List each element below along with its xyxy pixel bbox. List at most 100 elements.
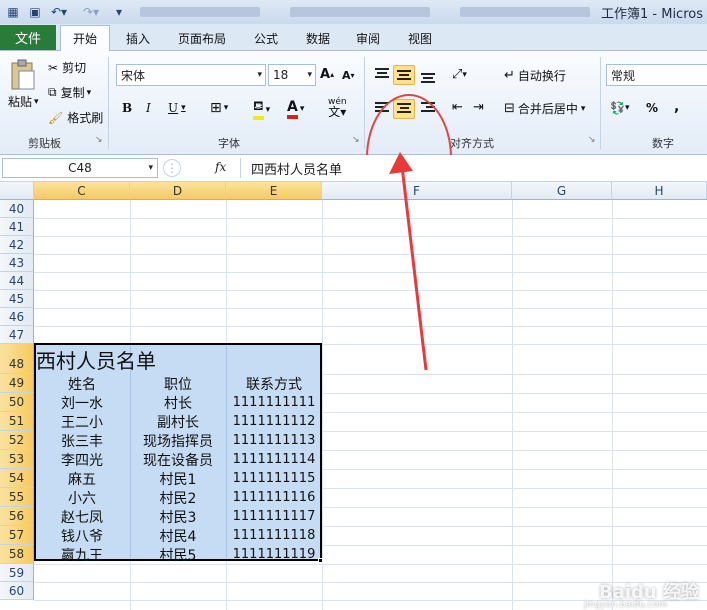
- table-cell[interactable]: 李四光: [34, 450, 130, 469]
- row-header[interactable]: 60: [0, 582, 34, 600]
- row-header[interactable]: 48: [0, 344, 34, 374]
- align-middle-icon[interactable]: [397, 70, 411, 82]
- table-cell[interactable]: 1111111111: [226, 393, 322, 412]
- cut-button[interactable]: ✂ 剪切: [48, 59, 86, 76]
- borders-button[interactable]: ⊞ ▾: [210, 100, 228, 116]
- table-cell[interactable]: 1111111116: [226, 488, 322, 507]
- table-cell[interactable]: 嬴九王: [34, 545, 130, 564]
- shrink-font-icon[interactable]: A ▾: [342, 69, 355, 82]
- header-cell-contact[interactable]: 联系方式: [226, 374, 322, 393]
- column-header-d[interactable]: D: [130, 182, 226, 200]
- table-title-cell[interactable]: 西村人员名单: [36, 345, 222, 373]
- row-header[interactable]: 58: [0, 545, 34, 564]
- row-header[interactable]: 59: [0, 564, 34, 582]
- table-cell[interactable]: 刘一水: [34, 393, 130, 412]
- table-cell[interactable]: 张三丰: [34, 431, 130, 450]
- spreadsheet-grid[interactable]: C D E F G H 40 41 42 43 44 45 46 47 48 4…: [0, 152, 707, 610]
- row-header[interactable]: 47: [0, 326, 34, 344]
- paste-icon[interactable]: [6, 57, 40, 93]
- tab-review[interactable]: 审阅: [346, 25, 390, 51]
- table-cell[interactable]: 村民4: [130, 526, 226, 545]
- table-cell[interactable]: 村民3: [130, 507, 226, 526]
- row-header[interactable]: 45: [0, 290, 34, 308]
- table-cell[interactable]: 1111111114: [226, 450, 322, 469]
- number-format-select[interactable]: 常规: [606, 64, 707, 86]
- customize-toolbar-icon[interactable]: ▾: [112, 3, 126, 21]
- select-all-corner[interactable]: [0, 182, 34, 200]
- italic-button[interactable]: I: [146, 101, 151, 115]
- table-cell[interactable]: 1111111117: [226, 507, 322, 526]
- row-header[interactable]: 57: [0, 526, 34, 545]
- bold-button[interactable]: B: [122, 101, 132, 115]
- tab-home[interactable]: 开始: [60, 25, 110, 51]
- table-cell[interactable]: 王二小: [34, 412, 130, 431]
- increase-indent-icon[interactable]: ⇥: [473, 100, 484, 115]
- table-cell[interactable]: 麻五: [34, 469, 130, 488]
- tab-view[interactable]: 视图: [398, 25, 442, 51]
- alignment-launcher-icon[interactable]: ↘: [588, 135, 596, 145]
- row-header[interactable]: 52: [0, 431, 34, 450]
- table-cell[interactable]: 钱八爷: [34, 526, 130, 545]
- tab-formulas[interactable]: 公式: [244, 25, 288, 51]
- decrease-indent-icon[interactable]: ⇤: [452, 100, 463, 115]
- font-color-button[interactable]: A ▾: [287, 99, 304, 119]
- excel-icon[interactable]: ▦: [4, 3, 22, 21]
- wrap-text-button[interactable]: ↵ 自动换行: [504, 67, 566, 84]
- fill-color-button[interactable]: ⛾ ▾: [253, 99, 270, 120]
- table-cell[interactable]: 1111111118: [226, 526, 322, 545]
- table-cell[interactable]: 1111111119: [226, 545, 322, 564]
- row-header[interactable]: 50: [0, 393, 34, 412]
- table-cell[interactable]: 村民1: [130, 469, 226, 488]
- column-header-h[interactable]: H: [612, 182, 707, 200]
- phonetic-guide-button[interactable]: wén 文▾: [328, 97, 347, 118]
- column-header-g[interactable]: G: [512, 182, 612, 200]
- table-cell[interactable]: 小六: [34, 488, 130, 507]
- table-cell[interactable]: 1111111115: [226, 469, 322, 488]
- formula-options-icon[interactable]: ⋮: [163, 159, 181, 177]
- table-cell[interactable]: 村民5: [130, 545, 226, 564]
- percent-button[interactable]: %: [646, 101, 658, 115]
- formula-input[interactable]: 四西村人员名单: [240, 158, 705, 178]
- row-header[interactable]: 56: [0, 507, 34, 526]
- tab-file[interactable]: 文件: [0, 25, 56, 50]
- row-header[interactable]: 53: [0, 450, 34, 469]
- column-header-e[interactable]: E: [226, 182, 322, 200]
- tab-page-layout[interactable]: 页面布局: [170, 25, 234, 51]
- row-header[interactable]: 42: [0, 236, 34, 254]
- row-header[interactable]: 43: [0, 254, 34, 272]
- row-header[interactable]: 44: [0, 272, 34, 290]
- comma-style-button[interactable]: ,: [674, 99, 679, 115]
- row-header[interactable]: 49: [0, 374, 34, 393]
- undo-icon[interactable]: ↶▾: [48, 3, 70, 21]
- fill-handle[interactable]: [318, 558, 323, 563]
- header-cell-name[interactable]: 姓名: [34, 374, 130, 393]
- orientation-button[interactable]: ⤢ ▾: [452, 67, 467, 82]
- underline-button[interactable]: U ▾: [168, 101, 186, 115]
- accounting-format-button[interactable]: 💱 ▾: [610, 101, 629, 115]
- tab-data[interactable]: 数据: [296, 25, 340, 51]
- paste-button[interactable]: 粘贴 ▾: [8, 93, 39, 110]
- align-top-icon[interactable]: [375, 68, 389, 80]
- table-cell[interactable]: 村民2: [130, 488, 226, 507]
- table-cell[interactable]: 现在设备员: [130, 450, 226, 469]
- header-cell-position[interactable]: 职位: [130, 374, 226, 393]
- row-header[interactable]: 55: [0, 488, 34, 507]
- font-name-select[interactable]: 宋体 ▾: [116, 64, 266, 86]
- table-cell[interactable]: 1111111113: [226, 431, 322, 450]
- row-header[interactable]: 54: [0, 469, 34, 488]
- tab-insert[interactable]: 插入: [116, 25, 160, 51]
- format-painter-button[interactable]: 🖌 格式刷: [48, 109, 103, 126]
- row-header[interactable]: 46: [0, 308, 34, 326]
- clipboard-launcher-icon[interactable]: ↘: [95, 135, 103, 145]
- grow-font-icon[interactable]: A ▴: [320, 67, 334, 82]
- table-cell[interactable]: 副村长: [130, 412, 226, 431]
- redo-icon[interactable]: ↷▾: [80, 3, 102, 21]
- font-launcher-icon[interactable]: ↘: [352, 135, 360, 145]
- copy-button[interactable]: ⧉ 复制 ▾: [48, 84, 91, 101]
- column-header-c[interactable]: C: [34, 182, 130, 200]
- row-header[interactable]: 40: [0, 200, 34, 218]
- row-header[interactable]: 41: [0, 218, 34, 236]
- font-size-select[interactable]: 18 ▾: [268, 64, 316, 86]
- insert-function-icon[interactable]: fx: [215, 160, 226, 174]
- table-cell[interactable]: 赵七凤: [34, 507, 130, 526]
